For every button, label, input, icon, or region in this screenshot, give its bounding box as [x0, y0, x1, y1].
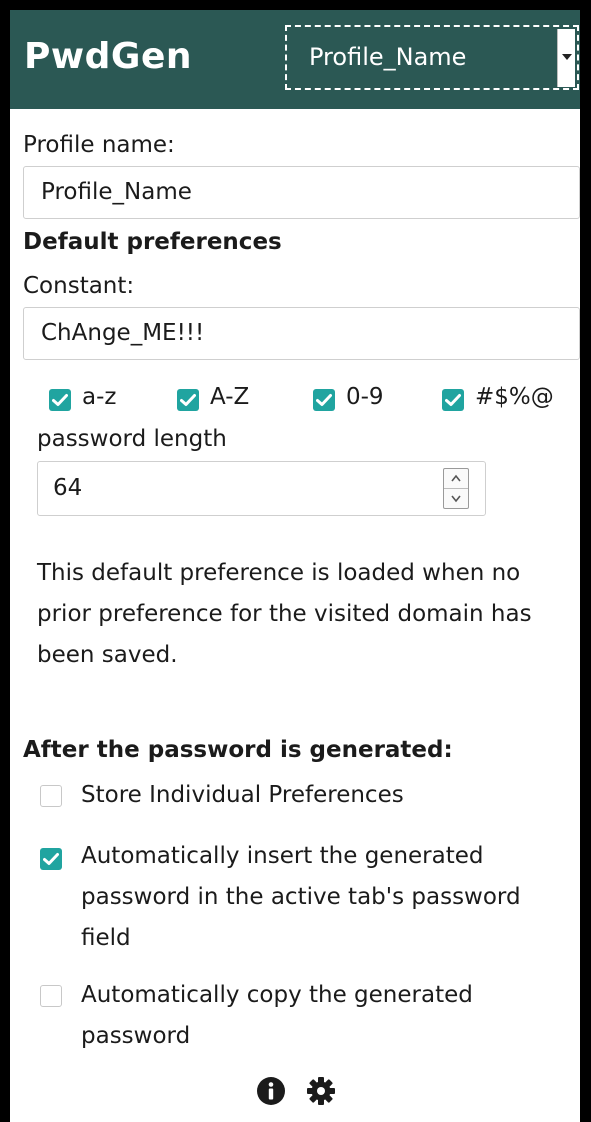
select-scrollbar[interactable] — [557, 29, 575, 87]
checkbox-symbols[interactable] — [442, 389, 464, 411]
chevron-down-icon — [562, 54, 572, 60]
constant-input[interactable]: ChAnge_ME!!! — [23, 307, 580, 360]
after-generated-heading: After the password is generated: — [23, 737, 453, 763]
profile-select[interactable]: Profile_Name — [285, 25, 579, 90]
info-icon[interactable] — [256, 1076, 286, 1106]
check-icon — [445, 394, 461, 406]
charset-label-lowercase: a-z — [82, 384, 117, 410]
checkbox-lowercase[interactable] — [49, 389, 71, 411]
option-auto-copy-label: Automatically copy the generated passwor… — [81, 982, 473, 1049]
spin-up-button[interactable] — [444, 469, 468, 489]
checkbox-store-preferences[interactable] — [40, 785, 62, 807]
profile-name-label: Profile name: — [23, 132, 175, 158]
checkbox-auto-copy[interactable] — [40, 985, 62, 1007]
gear-icon[interactable] — [306, 1076, 336, 1106]
checkbox-digits[interactable] — [313, 389, 335, 411]
default-preference-info: This default preference is loaded when n… — [37, 560, 532, 668]
password-length-label: password length — [37, 426, 227, 452]
option-auto-insert-label: Automatically insert the generated passw… — [81, 843, 521, 951]
profile-select-value: Profile_Name — [309, 43, 467, 71]
check-icon — [316, 394, 332, 406]
profile-name-input[interactable]: Profile_Name — [23, 166, 580, 219]
charset-label-symbols: #$%@ — [475, 384, 554, 410]
spin-down-button[interactable] — [444, 489, 468, 508]
check-icon — [52, 394, 68, 406]
constant-label: Constant: — [23, 273, 135, 299]
charset-label-digits: 0-9 — [346, 384, 384, 410]
chevron-up-icon — [451, 474, 461, 482]
check-icon — [43, 853, 59, 865]
popup-panel: PwdGen Profile_Name Profile name: Profil… — [10, 10, 580, 1122]
checkbox-auto-insert[interactable] — [40, 848, 62, 870]
length-spinner[interactable] — [443, 468, 469, 509]
charset-label-uppercase: A-Z — [210, 384, 250, 410]
option-store-preferences-label: Store Individual Preferences — [81, 782, 404, 808]
checkbox-uppercase[interactable] — [177, 389, 199, 411]
chevron-down-icon — [451, 495, 461, 503]
password-length-input[interactable]: 64 — [37, 461, 486, 516]
check-icon — [180, 394, 196, 406]
password-length-value: 64 — [53, 475, 83, 501]
default-preferences-heading: Default preferences — [23, 229, 282, 255]
header-bar: PwdGen Profile_Name — [10, 10, 580, 109]
app-title: PwdGen — [24, 36, 193, 77]
